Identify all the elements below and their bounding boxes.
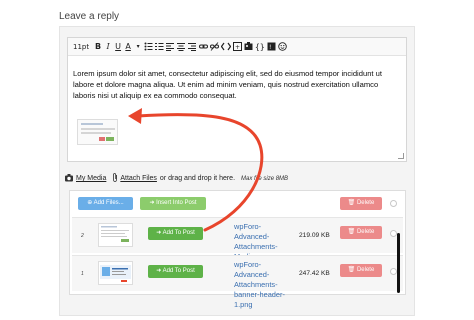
trash-icon: 🗑 xyxy=(347,200,357,206)
font-size-select[interactable]: 11pt xyxy=(72,39,93,55)
row-number: 1 xyxy=(81,271,84,277)
add-to-post-label: Add To Post xyxy=(162,268,195,274)
editor-content[interactable]: Lorem ipsum dolor sit amet, consectetur … xyxy=(68,56,406,101)
attachment-size: 247.42 KB xyxy=(299,270,330,277)
row-number: 2 xyxy=(81,233,84,239)
delete-button[interactable]: 🗑 Delete xyxy=(340,226,382,239)
unlink-icon[interactable] xyxy=(209,39,220,55)
spoiler-icon[interactable]: ! xyxy=(266,39,277,55)
bullet-list-icon[interactable] xyxy=(143,39,154,55)
attachment-bar: My Media Attach Files or drag and drop i… xyxy=(65,173,288,184)
underline-button[interactable]: U xyxy=(113,39,123,55)
insert-into-post-label: Insert Into Post xyxy=(156,200,197,206)
align-left-icon[interactable] xyxy=(165,39,176,55)
attachment-row: 2 ➜ Add To Post wpForo-Advanced-Attachme… xyxy=(72,217,403,271)
media-icon xyxy=(65,173,74,184)
add-files-label: Add Files... xyxy=(93,200,124,206)
bold-button[interactable]: B xyxy=(93,39,103,55)
reply-form: 11pt B I U A ▾ + {} ! Lorem ipsum dolor … xyxy=(59,26,415,316)
paperclip-icon xyxy=(112,173,118,184)
attachment-thumbnail xyxy=(98,261,133,285)
image-icon[interactable] xyxy=(243,39,254,55)
reply-heading: Leave a reply xyxy=(59,11,120,22)
attach-files-link[interactable]: Attach Files xyxy=(120,175,157,182)
svg-text:!: ! xyxy=(269,44,271,51)
delete-all-button[interactable]: 🗑 Delete xyxy=(340,197,382,210)
row-checkbox[interactable] xyxy=(390,268,397,275)
svg-text:{}: {} xyxy=(255,42,265,51)
list-scrollbar[interactable] xyxy=(397,233,400,293)
link-icon[interactable] xyxy=(198,39,209,55)
editor-toolbar: 11pt B I U A ▾ + {} ! xyxy=(68,38,406,56)
rich-text-editor[interactable]: 11pt B I U A ▾ + {} ! Lorem ipsum dolor … xyxy=(67,37,407,162)
attachment-row: 1 ➜ Add To Post wpForo-Advanced-Attachme… xyxy=(72,255,403,309)
delete-all-label: Delete xyxy=(356,200,375,206)
text-color-button[interactable]: A xyxy=(123,39,133,55)
attachment-size: 219.09 KB xyxy=(299,232,330,239)
align-center-icon[interactable] xyxy=(176,39,187,55)
attachment-thumbnail xyxy=(98,223,133,247)
delete-label: Delete xyxy=(356,267,375,273)
drag-drop-hint: or drag and drop it here. xyxy=(159,175,236,182)
editor-resize-handle[interactable] xyxy=(398,153,404,159)
row-checkbox[interactable] xyxy=(390,230,397,237)
shortcode-icon[interactable]: {} xyxy=(254,39,266,55)
code-icon[interactable] xyxy=(220,39,232,55)
inserted-image-thumbnail[interactable] xyxy=(77,119,118,145)
trash-icon: 🗑 xyxy=(347,267,357,273)
attachment-filename-link[interactable]: wpForo-Advanced-Attachments-banner-heade… xyxy=(234,260,292,310)
italic-button[interactable]: I xyxy=(103,39,113,55)
add-to-post-button[interactable]: ➜ Add To Post xyxy=(148,265,203,278)
add-files-button[interactable]: ⊕ Add Files... xyxy=(78,197,133,210)
align-right-icon[interactable] xyxy=(187,39,198,55)
insert-into-post-button[interactable]: ➜ Insert Into Post xyxy=(140,197,206,210)
delete-label: Delete xyxy=(356,229,375,235)
add-to-post-label: Add To Post xyxy=(162,230,195,236)
attachments-panel: ⊕ Add Files... ➜ Insert Into Post 🗑 Dele… xyxy=(69,190,406,309)
svg-text:+: + xyxy=(235,44,240,51)
source-code-icon[interactable]: + xyxy=(232,39,243,55)
max-file-size: Max file size 8MB xyxy=(241,175,289,182)
trash-icon: 🗑 xyxy=(347,229,357,235)
delete-button[interactable]: 🗑 Delete xyxy=(340,264,382,277)
select-all-checkbox[interactable] xyxy=(390,200,397,207)
numbered-list-icon[interactable] xyxy=(154,39,165,55)
emoji-icon[interactable] xyxy=(277,39,288,55)
my-media-link[interactable]: My Media xyxy=(76,175,106,182)
text-color-caret-icon[interactable]: ▾ xyxy=(133,39,143,55)
add-to-post-button[interactable]: ➜ Add To Post xyxy=(148,227,203,240)
